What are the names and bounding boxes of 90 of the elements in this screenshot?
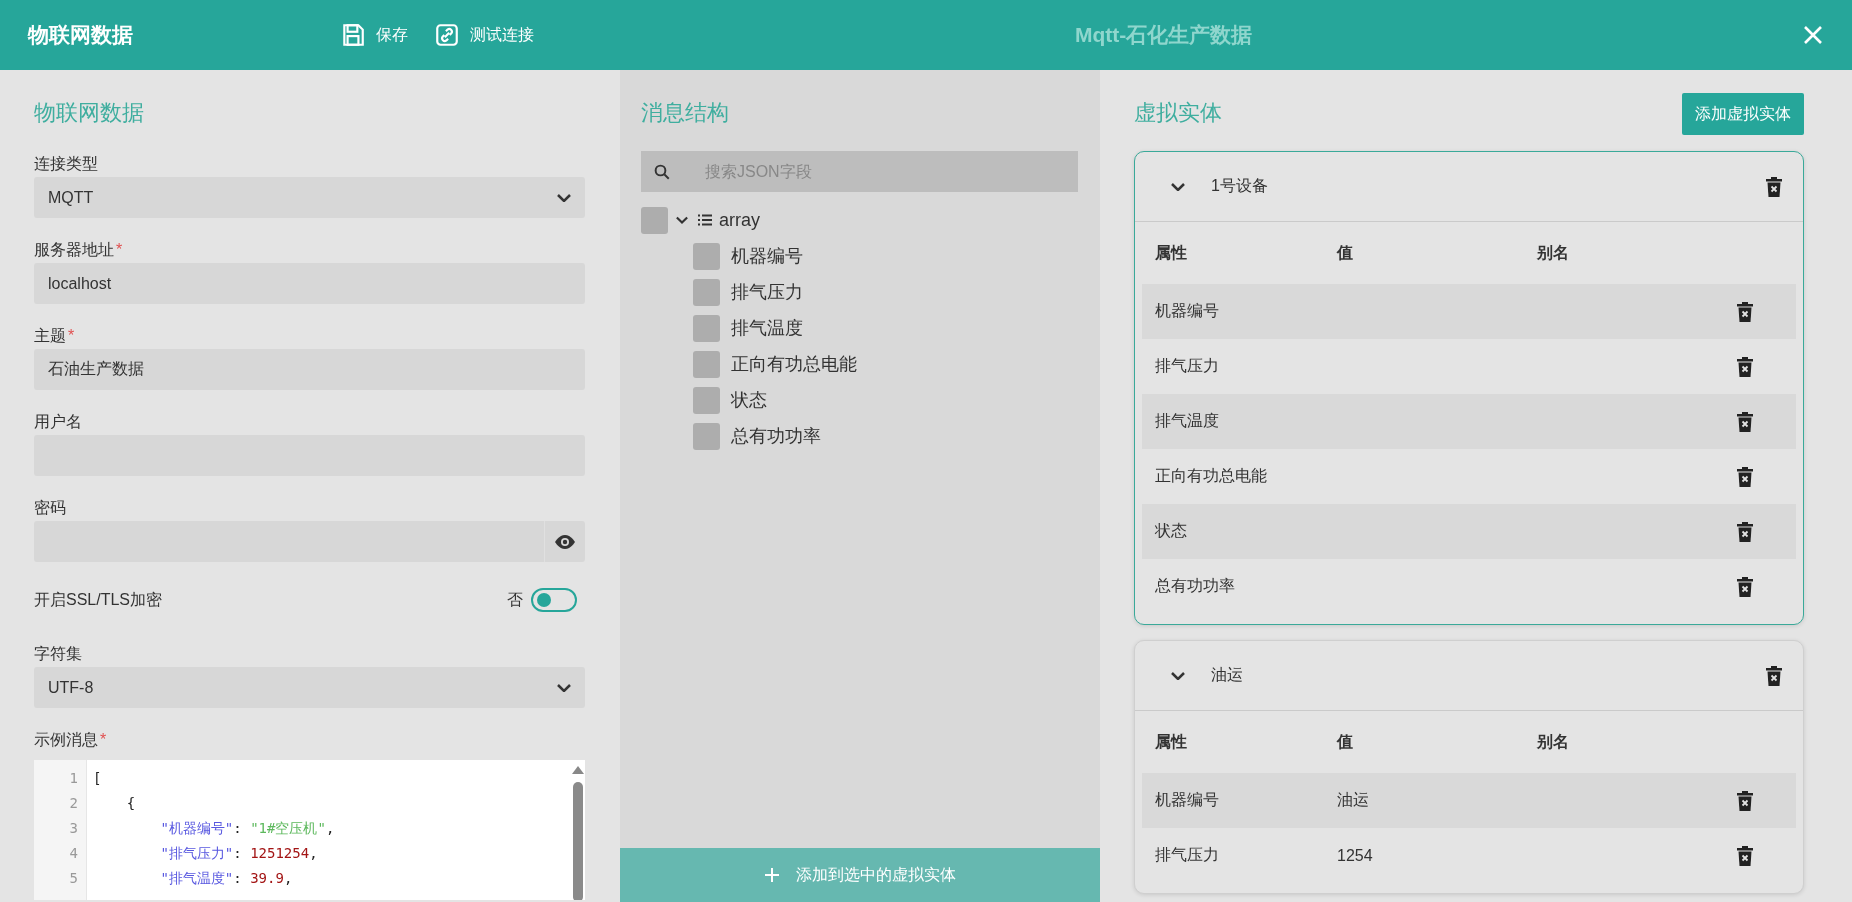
code-line: "排气压力": 1251254,	[159, 844, 319, 863]
input-field[interactable]: 石油生产数据	[34, 349, 585, 390]
code-line: "排气温度": 39.9,	[159, 869, 294, 888]
field-label: 字符集	[34, 645, 82, 662]
tree-item-label: 排气压力	[731, 281, 803, 304]
tree-item-label: 排气温度	[731, 317, 803, 340]
line-number: 5	[68, 869, 79, 888]
line-number: 2	[68, 794, 79, 813]
chevron-down-icon[interactable]	[1171, 182, 1185, 191]
code-line: [	[93, 769, 103, 788]
delete-button[interactable]	[1765, 665, 1783, 686]
entity-card[interactable]: 1号设备 属性 值 别名 机器编号 排气压力 排气温度 正向有功总电能 状态 总有功功率	[1134, 151, 1804, 625]
delete-row-button[interactable]	[1736, 521, 1754, 542]
delete-row-button[interactable]	[1736, 576, 1754, 597]
column-header: 别名	[1537, 242, 1570, 263]
table-cell-text: 油运	[1337, 790, 1370, 810]
entity-name: 油运	[1211, 665, 1244, 685]
checkbox[interactable]	[641, 206, 668, 234]
tree-item-label: 机器编号	[731, 245, 803, 268]
delete-row-button[interactable]	[1736, 301, 1754, 322]
link-icon	[434, 22, 460, 48]
column-header: 值	[1337, 731, 1354, 752]
table-cell-text: 正向有功总电能	[1155, 466, 1268, 486]
chevron-down-icon	[557, 683, 571, 692]
table-cell-text: 状态	[1155, 521, 1188, 541]
code-editor[interactable]: 1 2 3 4 5 [ { "机器编号": "1#空压机", "排气压力": 1251254, "排气温度": 39.9,	[34, 760, 585, 900]
section-title: 虚拟实体	[1134, 99, 1222, 127]
field-label: 用户名	[34, 413, 82, 430]
close-button[interactable]	[1802, 24, 1824, 46]
entity-name: 1号设备	[1211, 176, 1269, 196]
toggle-state-text: 否	[507, 589, 523, 610]
checkbox[interactable]	[693, 386, 720, 414]
dialog-title: Mqtt-石化生产数据	[1075, 22, 1253, 48]
column-header: 值	[1337, 242, 1354, 263]
delete-button[interactable]	[1765, 176, 1783, 197]
code-line: {	[125, 794, 137, 813]
field-label: 密码	[34, 499, 66, 516]
delete-row-button[interactable]	[1736, 790, 1754, 811]
list-icon	[698, 213, 712, 227]
select-field[interactable]: UTF-8	[34, 667, 585, 708]
table-cell-text: 排气压力	[1155, 356, 1220, 376]
delete-row-button[interactable]	[1736, 845, 1754, 866]
chevron-down-icon[interactable]	[676, 214, 688, 226]
delete-row-button[interactable]	[1736, 411, 1754, 432]
delete-row-button[interactable]	[1736, 466, 1754, 487]
table-cell-text: 总有功功率	[1155, 576, 1236, 596]
field-label: 主题	[34, 327, 66, 344]
table-cell-text: 机器编号	[1155, 790, 1220, 810]
app-title: 物联网数据	[28, 22, 134, 48]
checkbox[interactable]	[693, 422, 720, 450]
table-cell-text: 1254	[1337, 846, 1374, 865]
tree-item-label: array	[719, 209, 760, 231]
plus-icon	[764, 867, 780, 883]
column-header: 别名	[1537, 731, 1570, 752]
chevron-down-icon	[557, 193, 571, 202]
toggle-switch[interactable]	[531, 588, 577, 612]
line-number: 3	[68, 819, 79, 838]
line-number: 4	[68, 844, 79, 863]
select-field[interactable]: MQTT	[34, 177, 585, 218]
entity-card[interactable]: 油运 属性 值 别名 机器编号 油运 排气压力 1254	[1134, 640, 1804, 894]
scroll-up-icon	[572, 766, 584, 774]
scrollbar-thumb[interactable]	[573, 782, 583, 900]
tree-item-label: 总有功功率	[731, 425, 821, 448]
checkbox[interactable]	[693, 242, 720, 270]
section-title: 物联网数据	[34, 99, 145, 127]
table-cell-text: 机器编号	[1155, 301, 1220, 321]
column-header: 属性	[1155, 242, 1188, 263]
chevron-down-icon[interactable]	[1171, 671, 1185, 680]
field-label: 示例消息	[34, 731, 98, 748]
checkbox[interactable]	[693, 314, 720, 342]
required-mark: *	[116, 241, 123, 258]
required-mark: *	[100, 731, 107, 748]
tree-item-label: 状态	[731, 389, 767, 412]
field-label: 服务器地址	[34, 241, 114, 258]
code-line: "机器编号": "1#空压机",	[159, 819, 336, 838]
required-mark: *	[68, 327, 75, 344]
table-cell-text: 排气温度	[1155, 411, 1220, 431]
section-title: 消息结构	[641, 99, 730, 127]
checkbox[interactable]	[693, 350, 720, 378]
checkbox[interactable]	[693, 278, 720, 306]
column-header: 属性	[1155, 731, 1188, 752]
input-field[interactable]: localhost	[34, 263, 585, 304]
toggle-label: 开启SSL/TLS加密	[34, 590, 164, 610]
delete-row-button[interactable]	[1736, 356, 1754, 377]
table-cell-text: 排气压力	[1155, 845, 1220, 865]
tree-item-label: 正向有功总电能	[731, 353, 857, 376]
show-password-button[interactable]	[544, 521, 585, 562]
line-number: 1	[68, 769, 79, 788]
field-label: 连接类型	[34, 155, 98, 172]
search-icon	[653, 162, 671, 181]
